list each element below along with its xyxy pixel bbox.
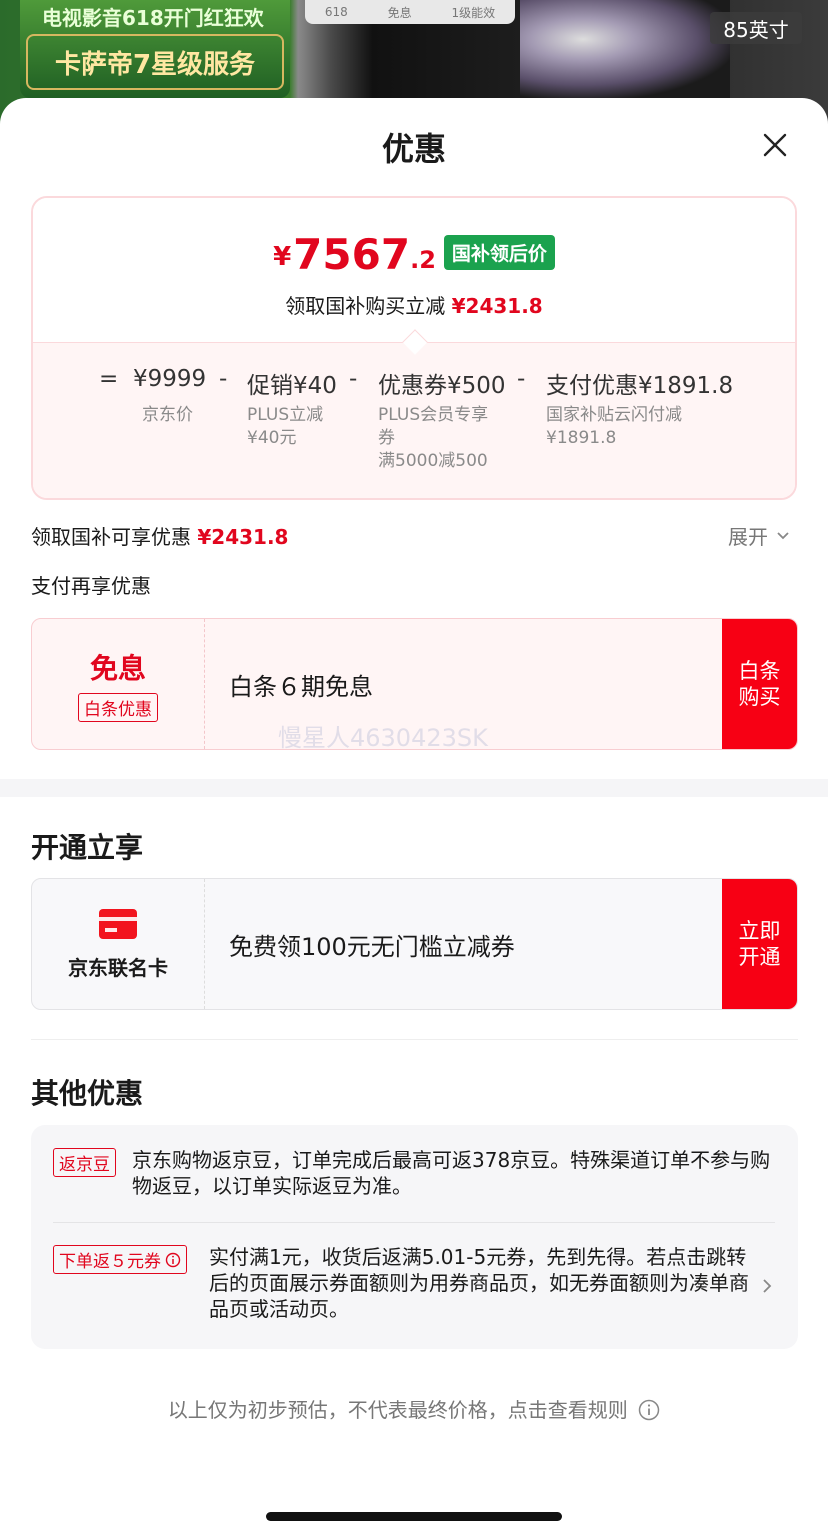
formula-coupon: 优惠券¥500 <box>378 373 506 399</box>
sheet-title: 优惠 <box>381 130 446 168</box>
info-icon[interactable] <box>165 1252 181 1268</box>
jingdou-tag: 返京豆 <box>53 1148 116 1177</box>
note-payment: 国家补贴云闪付减 ¥1891.8 <box>546 405 682 448</box>
info-icon <box>638 1399 660 1421</box>
formula-list-price: ¥9999 <box>133 366 207 392</box>
subsidy-price-tag: 国补领后价 <box>443 235 555 270</box>
note-promo: PLUS立减 ¥40元 <box>247 405 324 448</box>
feature-badges: 618 免息 1级能效 <box>305 0 515 24</box>
formula-sign: - <box>349 366 358 392</box>
formula-sign: - <box>517 366 526 392</box>
badge-interest-free: 免息 <box>387 5 412 20</box>
coupon-return-item[interactable]: 下单返５元券 实付满1元，收货后返满5.01-5元券，先到先得。若点击跳转后的页… <box>31 1223 798 1349</box>
promo-line2: 卡萨帝7星级服务 <box>26 34 284 90</box>
baitiao-buy-button[interactable]: 白条 购买 <box>722 619 797 749</box>
home-indicator[interactable] <box>266 1512 562 1521</box>
chevron-down-icon <box>777 531 789 539</box>
coupon-return-text: 实付满1元，收货后返满5.01-5元券，先到先得。若点击跳转后的页面展示券面额则… <box>209 1245 749 1321</box>
formula-promo: 促销¥40 <box>247 373 337 399</box>
pay-section-title: 支付再享优惠 <box>31 574 151 598</box>
note-list-price: 京东价 <box>142 405 193 425</box>
size-label: 85英寸 <box>710 12 802 44</box>
subtitle-amount: ¥2431.8 <box>451 294 543 318</box>
price-decimal: .2 <box>410 246 436 274</box>
disclaimer-link[interactable]: 以上仅为初步预估，不代表最终价格，点击查看规则 <box>0 1394 828 1423</box>
expand-button[interactable]: 展开 <box>728 521 790 550</box>
card-offer-desc: 免费领100元无门槛立减券 <box>229 932 515 961</box>
close-icon[interactable] <box>758 128 792 162</box>
interest-free-label: 免息 <box>89 651 146 685</box>
other-offers-box: 返京豆 京东购物返京豆，订单完成后最高可返378京豆。特殊渠道订单不参与购物返豆… <box>31 1125 798 1349</box>
formula-payment: 支付优惠¥1891.8 <box>546 373 734 399</box>
open-now-button[interactable]: 立即 开通 <box>722 879 797 1009</box>
badge-618: 618 <box>324 5 348 19</box>
subsidy-amount: ¥2431.8 <box>197 525 289 549</box>
discount-sheet: 优惠 ¥ 7567 .2 国补领后价 领取国补购买立减 ¥2431.8 = ¥9… <box>0 98 828 1537</box>
credit-card-icon <box>99 908 137 939</box>
cobrand-card-offer[interactable]: 京东联名卡 免费领100元无门槛立减券 立即 开通 <box>31 878 798 1010</box>
subsidy-row: 领取国补可享优惠 ¥2431.8 <box>31 525 289 549</box>
product-image <box>520 0 730 98</box>
badge-energy: 1级能效 <box>451 5 496 20</box>
note-coupon: PLUS会员专享 券 满5000减500 <box>378 405 489 471</box>
price-integer: 7567 <box>293 230 411 279</box>
divider <box>31 1039 798 1040</box>
formula-sign: = <box>99 366 119 392</box>
watermark: 慢星人4630423SK <box>278 724 488 752</box>
section-divider <box>0 779 828 797</box>
currency-symbol: ¥ <box>273 242 292 272</box>
jingdou-text: 京东购物返京豆，订单完成后最高可返378京豆。特殊渠道订单不参与购物返豆，以订单… <box>132 1148 771 1198</box>
baitiao-tag: 白条优惠 <box>78 692 158 722</box>
price-breakdown-card: ¥ 7567 .2 国补领后价 领取国补购买立减 ¥2431.8 = ¥9999… <box>31 196 797 500</box>
coupon-return-tag: 下单返５元券 <box>53 1245 187 1274</box>
promo-banner: 电视影音618开门红狂欢 卡萨帝7星级服务 <box>20 0 290 98</box>
promo-line1: 电视影音618开门红狂欢 <box>42 6 264 30</box>
formula-sign: - <box>219 366 228 392</box>
chevron-right-icon <box>763 1279 772 1293</box>
price-subtitle: 领取国补购买立减 ¥2431.8 <box>285 294 543 318</box>
open-section-title: 开通立享 <box>31 831 144 864</box>
card-name: 京东联名卡 <box>68 955 168 980</box>
final-price: ¥ 7567 .2 国补领后价 <box>33 232 795 278</box>
others-section-title: 其他优惠 <box>31 1077 144 1110</box>
